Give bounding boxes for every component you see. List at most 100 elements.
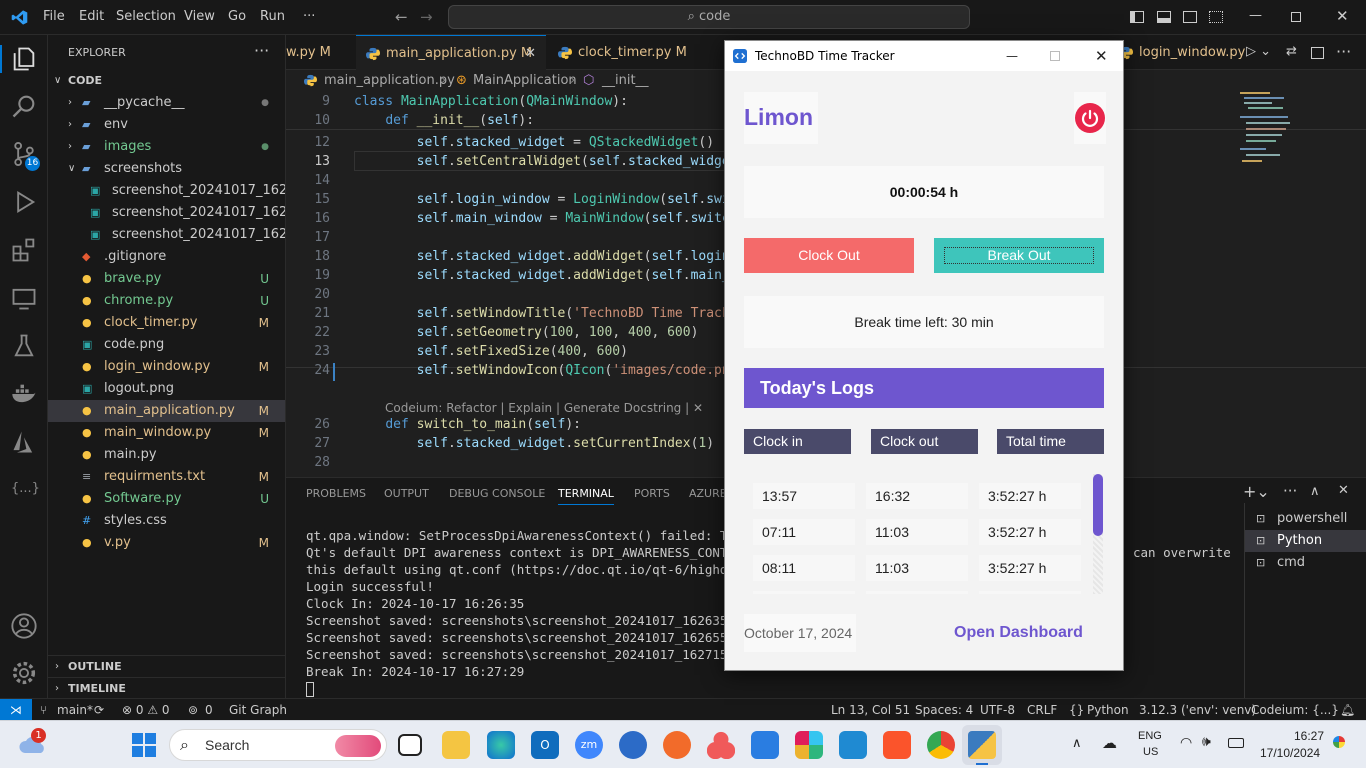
gear-icon[interactable] [10,659,38,687]
logs-list[interactable]: 13:57 16:32 3:52:27 h 07:11 11:03 3:52:2… [744,474,1104,594]
cursor-position[interactable]: Ln 13, Col 51 [831,699,910,721]
shell-powershell[interactable]: ⊡ powershell [1245,508,1366,530]
close-panel-icon[interactable]: ✕ [1338,483,1349,498]
edge-icon[interactable] [487,731,515,759]
toggle-secondary-sidebar-icon[interactable] [1183,11,1197,23]
tab-azure[interactable]: AZURE [689,487,727,500]
tree-item[interactable]: ▣ screenshot_20241017_1626... [48,180,285,202]
ports-count[interactable]: 0 [205,699,213,721]
customize-layout-icon[interactable] [1209,11,1223,23]
command-center-search[interactable]: ⌕ code [448,5,970,29]
breadcrumb-method[interactable]: __init__ [602,70,649,92]
tab-problems[interactable]: PROBLEMS [306,487,366,500]
tree-item[interactable]: ● main.py [48,444,285,466]
tree-item[interactable]: ● login_window.py M [48,356,285,378]
language-code[interactable]: ENG [1138,730,1162,742]
run-debug-icon[interactable] [10,188,38,216]
wifi-icon[interactable]: ◠ [1180,735,1192,751]
explorer-icon[interactable] [10,45,38,73]
tab-close-icon[interactable]: ✕ [525,36,536,71]
compare-changes-icon[interactable]: ⇄ [1286,44,1297,59]
azure-icon[interactable] [10,428,38,456]
more-actions-icon[interactable]: ··· [1336,42,1351,61]
minimap[interactable] [1238,92,1298,172]
line-ending[interactable]: CRLF [1027,699,1057,721]
task-view-icon[interactable] [398,734,422,756]
close-icon[interactable]: ✕ [1336,7,1349,25]
clock-date[interactable]: 17/10/2024 [1260,746,1320,760]
notification-center-icon[interactable] [1333,736,1345,748]
encoding[interactable]: UTF-8 [980,699,1015,721]
tree-item[interactable]: # styles.css [48,510,285,532]
logout-button[interactable] [1074,92,1106,144]
tab-w-py[interactable]: w.py M [286,35,356,70]
tree-item[interactable]: ● main_window.py M [48,422,285,444]
forward-arrow-icon[interactable]: → [420,8,433,26]
chrome-icon[interactable] [927,731,955,759]
more-actions-icon[interactable]: ··· [254,41,269,60]
menu-go[interactable]: Go [228,9,246,24]
new-terminal-icon[interactable]: +⌄ [1243,482,1270,501]
run-file-icon[interactable]: ▷ ⌄ [1246,44,1271,59]
asana-icon[interactable] [707,731,735,759]
problems-count[interactable]: ⊗ 0 ⚠ 0 [122,699,170,721]
file-explorer-icon[interactable] [442,731,470,759]
vscode-icon[interactable] [839,731,867,759]
tree-item[interactable]: ▣ screenshot_20241017_1626... [48,202,285,224]
tree-item[interactable]: ● clock_timer.py M [48,312,285,334]
brave-icon[interactable] [883,731,911,759]
split-editor-icon[interactable] [1311,47,1324,59]
tab-main-application[interactable]: main_application.py M ✕ [356,35,546,70]
logs-scrollbar-thumb[interactable] [1093,474,1103,536]
sync-icon[interactable]: ⟳ [94,699,104,721]
menu-selection[interactable]: Selection [116,9,176,24]
maximize-panel-icon[interactable]: ∧ [1310,484,1320,499]
volume-icon[interactable]: 🕪︎ [1202,734,1211,750]
root-folder[interactable]: ∨ CODE [48,70,285,92]
tree-item[interactable]: ▣ screenshot_20241017_1627... [48,224,285,246]
taskbar-search[interactable]: ⌕ Search [169,729,387,761]
remote-indicator-icon[interactable]: ⋊ [0,699,32,721]
indentation[interactable]: Spaces: 4 [915,699,973,721]
clock-time[interactable]: 16:27 [1294,729,1324,743]
tree-item[interactable]: ● v.py M [48,532,285,554]
zoom-icon[interactable]: zm [575,731,603,759]
python-taskbar-active[interactable] [962,725,1002,765]
tab-ports[interactable]: PORTS [634,487,670,500]
search-icon[interactable] [10,92,38,120]
toggle-sidebar-icon[interactable] [1130,11,1144,23]
git-graph-link[interactable]: Git Graph [229,699,287,721]
tree-item[interactable]: ● brave.py U [48,268,285,290]
tab-debug-console[interactable]: DEBUG CONSOLE [449,487,545,500]
shell-python[interactable]: ⊡ Python [1245,530,1366,552]
outline-section[interactable]: › OUTLINE [48,655,285,677]
tree-item[interactable]: › ▰ __pycache__ ● [48,92,285,114]
tab-output[interactable]: OUTPUT [384,487,429,500]
tree-item[interactable]: ▣ code.png [48,334,285,356]
tab-login-window[interactable]: login_window.py [1109,35,1245,70]
menu-view[interactable]: View [184,9,215,24]
slack-icon[interactable] [795,731,823,759]
codeium-codelens[interactable]: Codeium: Refactor | Explain | Generate D… [385,401,703,415]
onedrive-icon[interactable]: ☁ [1102,734,1117,752]
extensions-icon[interactable] [10,236,38,264]
language-mode[interactable]: Python [1087,699,1129,721]
tree-item[interactable]: ● chrome.py U [48,290,285,312]
outlook-icon[interactable]: O [531,731,559,759]
close-icon[interactable]: ✕ [1095,41,1108,71]
breadcrumb-class[interactable]: MainApplication [473,70,577,92]
chevron-up-icon[interactable]: ∧ [1072,736,1082,751]
timeline-section[interactable]: › TIMELINE [48,677,285,699]
python-interpreter[interactable]: 3.12.3 ('env': venv) [1139,699,1256,721]
tree-item[interactable]: ≡ requirments.txt M [48,466,285,488]
terminal-cursor[interactable] [306,682,314,697]
app-icon[interactable] [619,731,647,759]
break-out-button[interactable]: Break Out [934,238,1104,273]
git-branch[interactable]: main* [57,699,93,721]
clock-out-button[interactable]: Clock Out [744,238,914,273]
toggle-panel-icon[interactable] [1157,11,1171,23]
start-button[interactable] [131,732,157,758]
battery-icon[interactable] [1228,738,1244,748]
notifications-icon[interactable]: 🔔︎ [1340,699,1355,721]
mail-icon[interactable] [751,731,779,759]
